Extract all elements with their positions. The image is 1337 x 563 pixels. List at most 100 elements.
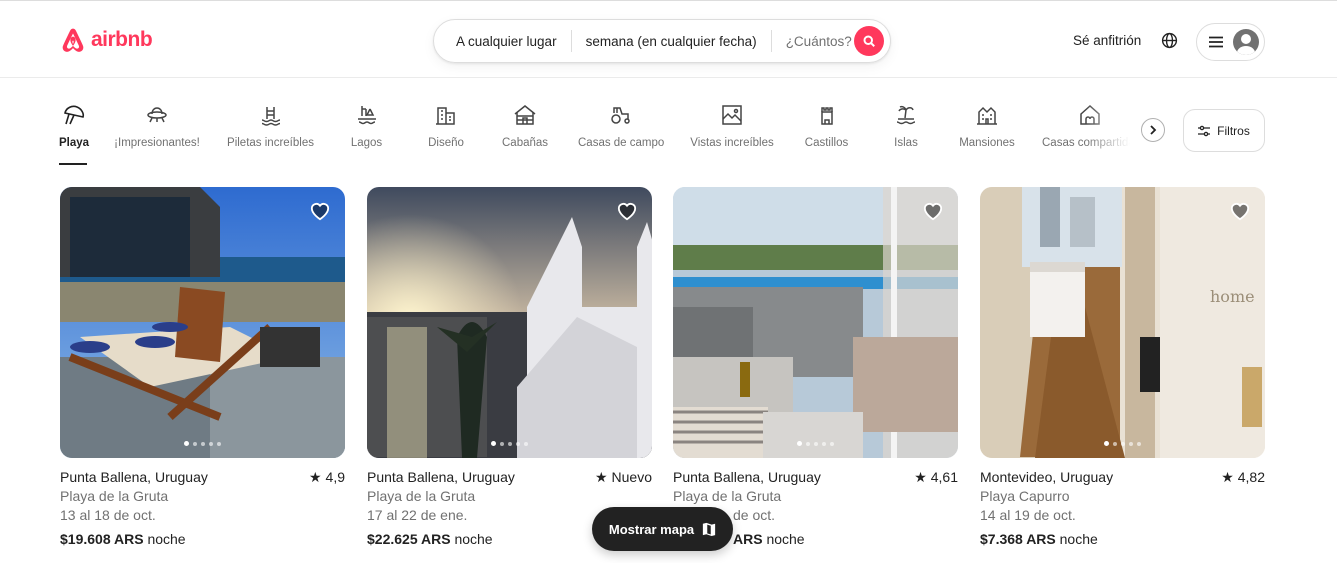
category-casas-de-campo[interactable]: Casas de campo (578, 100, 664, 149)
favorite-button[interactable] (616, 201, 638, 226)
carousel-dots (367, 441, 652, 446)
beach-umbrella-icon (64, 105, 85, 125)
category-label: Cabañas (502, 137, 549, 149)
sliders-icon (1198, 125, 1211, 136)
category-label: Diseño (428, 137, 464, 149)
heart-icon (923, 203, 943, 221)
listing-area: Playa de la Gruta (673, 488, 782, 504)
listing-card[interactable]: Punta Ballena, Uruguay ★ Nuevo Playa de l… (367, 187, 652, 549)
search-where[interactable]: A cualquier lugar (434, 34, 571, 49)
site-header: airbnb A cualquier lugar semana (en cual… (0, 5, 1337, 78)
chevron-right-icon (1150, 125, 1157, 135)
category-castillos[interactable]: Castillos (804, 100, 849, 149)
heart-icon (310, 203, 330, 221)
lake-icon (357, 106, 376, 125)
listing-image: home (980, 187, 1265, 458)
star-icon: ★ (594, 469, 608, 485)
listing-photo[interactable] (367, 187, 652, 458)
listing-dates: 14 al 19 de oct. (980, 507, 1076, 523)
heart-icon (1230, 203, 1250, 221)
category-label: Casas de campo (578, 137, 665, 149)
listing-price: $19.608 ARS noche (60, 531, 186, 547)
brand-name: airbnb (91, 28, 153, 51)
listing-area: Playa de la Gruta (367, 488, 476, 504)
category-label: Vistas increíbles (690, 137, 774, 149)
listing-photo[interactable]: home (980, 187, 1265, 458)
listing-photo[interactable] (60, 187, 345, 458)
favorite-button[interactable] (1229, 201, 1251, 226)
listing-area: Playa de la Gruta (60, 488, 169, 504)
mansion-icon (977, 106, 997, 125)
carousel-dots (980, 441, 1265, 446)
search-who[interactable]: ¿Cuántos? (772, 34, 866, 49)
category-lagos[interactable]: Lagos (350, 100, 383, 149)
map-icon (703, 522, 716, 536)
listing-rating: ★ 4,82 (1221, 469, 1265, 485)
category-label: Playa (59, 137, 90, 149)
listing-rating: ★ 4,61 (914, 469, 958, 485)
category-piletas[interactable]: Piletas increíbles (227, 100, 314, 149)
category-islas[interactable]: Islas (893, 100, 919, 149)
listing-rating: ★ Nuevo (594, 469, 652, 485)
hamburger-icon (1209, 36, 1223, 48)
search-button[interactable] (854, 26, 884, 56)
category-impresionantes[interactable]: ¡Impresionantes! (113, 100, 201, 149)
listing-card[interactable]: Punta Ballena, Uruguay ★ 4,61 Playa de la… (673, 187, 958, 549)
filters-button[interactable]: Filtros (1183, 109, 1265, 152)
language-button[interactable] (1161, 32, 1178, 54)
categories-next-button[interactable] (1141, 118, 1165, 142)
svg-text:home: home (1210, 287, 1255, 306)
building-icon (436, 107, 455, 125)
listing-image (673, 187, 958, 458)
category-cabanas[interactable]: Cabañas (502, 100, 548, 149)
category-label: Mansiones (959, 137, 1015, 149)
star-icon: ★ (308, 469, 322, 485)
listing-photo[interactable] (673, 187, 958, 458)
listing-card[interactable]: Punta Ballena, Uruguay ★ 4,9 Playa de la … (60, 187, 345, 549)
listing-card[interactable]: home Montevideo, Uruguay ★ 4,82 Playa Cap… (980, 187, 1265, 549)
tractor-icon (611, 107, 630, 124)
carousel-dots (60, 441, 345, 446)
scroll-fade (1085, 100, 1145, 160)
category-mansiones[interactable]: Mansiones (959, 100, 1015, 149)
category-label: ¡Impresionantes! (114, 137, 200, 149)
carousel-dots (673, 441, 958, 446)
listing-image (367, 187, 652, 458)
category-playa[interactable]: Playa (59, 100, 90, 165)
category-label: Piletas increíbles (227, 137, 314, 149)
favorite-button[interactable] (922, 201, 944, 226)
ufo-icon (147, 107, 167, 123)
category-bar: Playa ¡Impresionantes! Piletas increíble… (0, 100, 1337, 170)
listing-location: Punta Ballena, Uruguay (60, 469, 208, 485)
listing-price: $7.368 ARS noche (980, 531, 1098, 547)
globe-icon (1161, 32, 1178, 49)
category-vistas[interactable]: Vistas increíbles (690, 100, 774, 149)
airbnb-logo-icon (62, 28, 84, 52)
category-label: Islas (894, 137, 918, 149)
listing-area: Playa Capurro (980, 488, 1070, 504)
user-menu-button[interactable] (1196, 23, 1265, 61)
island-icon (896, 105, 916, 125)
search-bar[interactable]: A cualquier lugar semana (en cualquier f… (433, 19, 891, 63)
filters-label: Filtros (1217, 123, 1250, 138)
star-icon: ★ (1221, 469, 1234, 485)
search-when[interactable]: semana (en cualquier fecha) (572, 34, 771, 49)
listing-rating: ★ 4,9 (308, 469, 345, 485)
listing-dates: 13 al 18 de oct. (60, 507, 156, 523)
become-host-link[interactable]: Sé anfitrión (1073, 33, 1141, 48)
category-label: Lagos (350, 137, 383, 149)
favorite-button[interactable] (309, 201, 331, 226)
star-icon: ★ (914, 469, 927, 485)
airbnb-logo[interactable]: airbnb (59, 25, 153, 55)
search-icon (863, 35, 875, 47)
category-diseno[interactable]: Diseño (427, 100, 465, 149)
pool-icon (261, 107, 280, 126)
listing-image (60, 187, 345, 458)
cabin-icon (514, 105, 536, 125)
heart-icon (617, 203, 637, 221)
castle-icon (820, 107, 833, 125)
user-avatar-icon (1233, 29, 1259, 55)
show-map-button[interactable]: Mostrar mapa (592, 507, 733, 551)
show-map-label: Mostrar mapa (608, 521, 695, 537)
landscape-icon (722, 105, 742, 125)
